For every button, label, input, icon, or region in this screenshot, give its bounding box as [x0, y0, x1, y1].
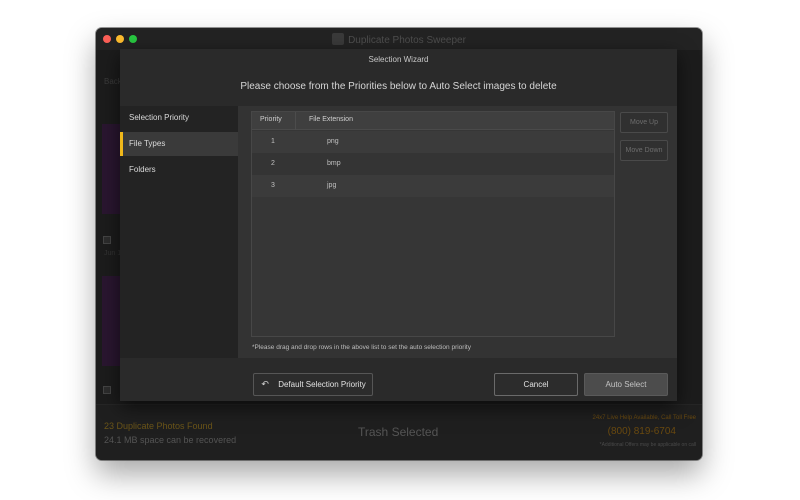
space-recoverable-text: 24.1 MB space can be recovered — [104, 435, 237, 445]
wizard-sidebar: Selection Priority File Types Folders — [120, 106, 238, 358]
status-footer: 23 Duplicate Photos Found 24.1 MB space … — [96, 404, 702, 460]
trash-selected-button: Trash Selected — [358, 425, 439, 439]
selection-wizard-dialog: Selection Wizard Please choose from the … — [120, 49, 677, 401]
photo-checkbox — [103, 236, 111, 244]
priority-cell: 2 — [271, 160, 275, 167]
app-window: Duplicate Photos Sweeper Back Jun 1 23 D… — [96, 28, 702, 460]
default-selection-priority-button[interactable]: ↶ Default Selection Priority — [253, 373, 373, 396]
default-selection-priority-label: Default Selection Priority — [278, 380, 366, 389]
photo-date: Jun 1 — [104, 250, 122, 257]
app-logo-icon — [332, 33, 345, 45]
help-phone-number: (800) 819-6704 — [607, 426, 676, 437]
dialog-title: Selection Wizard — [368, 55, 429, 64]
dialog-footer: ↶ Default Selection Priority Cancel Auto … — [120, 358, 677, 401]
sidebar-item-folders[interactable]: Folders — [120, 158, 238, 182]
table-header: Priority File Extension — [252, 112, 614, 130]
title-bar: Duplicate Photos Sweeper — [96, 28, 702, 50]
live-help-text: 24x7 Live Help Available, Call Toll Free — [592, 415, 696, 421]
sidebar-item-selection-priority[interactable]: Selection Priority — [120, 106, 238, 130]
column-header-file-extension[interactable]: File Extension — [309, 116, 353, 123]
column-header-priority[interactable]: Priority — [260, 116, 282, 123]
dialog-instructions: Please choose from the Priorities below … — [240, 81, 557, 92]
extension-cell: jpg — [327, 182, 337, 189]
photo-checkbox — [103, 386, 111, 394]
table-row[interactable]: 3 jpg — [252, 175, 614, 197]
app-title: Duplicate Photos Sweeper — [96, 33, 702, 46]
extension-cell: bmp — [327, 160, 341, 167]
table-row[interactable]: 2 bmp — [252, 153, 614, 175]
column-divider — [295, 112, 296, 130]
extension-cell: png — [327, 138, 339, 145]
move-down-button[interactable]: Move Down — [620, 140, 668, 161]
offer-text: *Additional Offers may be applicable on … — [599, 442, 696, 448]
file-types-panel: Priority File Extension 1 png 2 bmp 3 jp… — [238, 106, 677, 358]
priority-cell: 3 — [271, 182, 275, 189]
drag-drop-note: *Please drag and drop rows in the above … — [252, 344, 471, 351]
priority-table: Priority File Extension 1 png 2 bmp 3 jp… — [251, 111, 615, 337]
sidebar-item-file-types[interactable]: File Types — [120, 132, 238, 156]
priority-cell: 1 — [271, 138, 275, 145]
table-row[interactable]: 1 png — [252, 131, 614, 153]
back-arrow-icon: ↶ — [261, 379, 269, 389]
duplicates-found-text: 23 Duplicate Photos Found — [104, 421, 213, 431]
cancel-button[interactable]: Cancel — [494, 373, 578, 396]
auto-select-button[interactable]: Auto Select — [584, 373, 668, 396]
move-up-button[interactable]: Move Up — [620, 112, 668, 133]
